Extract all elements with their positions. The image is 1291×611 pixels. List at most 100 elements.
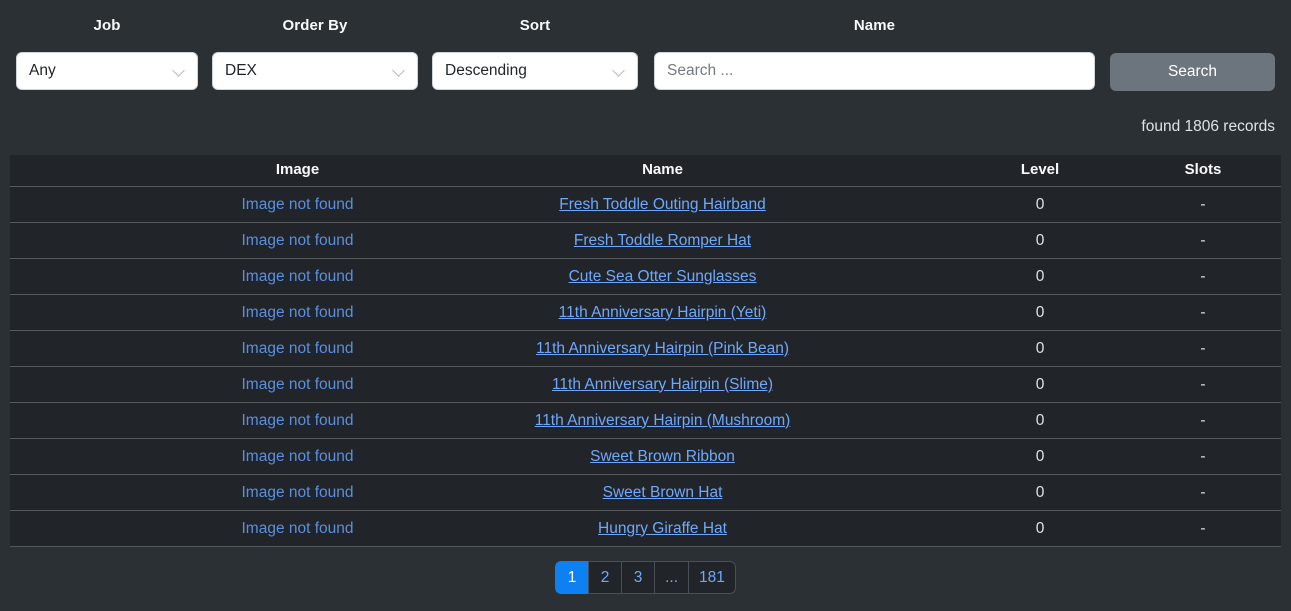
broken-image-icon: Image not found xyxy=(241,412,353,429)
name-search-placeholder: Search ... xyxy=(667,62,733,80)
item-name-link[interactable]: Fresh Toddle Romper Hat xyxy=(574,232,751,249)
cell-level: 0 xyxy=(955,295,1125,331)
broken-image-icon: Image not found xyxy=(241,304,353,321)
sort-select[interactable]: Descending xyxy=(432,52,638,90)
cell-slots: - xyxy=(1125,331,1281,367)
page-button[interactable]: 2 xyxy=(588,561,621,594)
field-label-job: Job xyxy=(16,0,198,34)
table-header-level: Level xyxy=(955,155,1125,187)
item-name-link[interactable]: 11th Anniversary Hairpin (Yeti) xyxy=(559,304,767,321)
table-header-slots: Slots xyxy=(1125,155,1281,187)
row-spacer xyxy=(10,511,225,547)
table-row: Image not found Sweet Brown Hat 0- xyxy=(10,475,1281,511)
broken-image-icon: Image not found xyxy=(241,268,353,285)
job-select-value: Any xyxy=(29,62,173,80)
cell-slots: - xyxy=(1125,439,1281,475)
cell-level: 0 xyxy=(955,223,1125,259)
item-name-link[interactable]: Cute Sea Otter Sunglasses xyxy=(569,268,757,285)
broken-image-icon: Image not found xyxy=(241,484,353,501)
table-row: Image not found Sweet Brown Ribbon 0- xyxy=(10,439,1281,475)
field-order-by: Order By DEX xyxy=(212,0,418,90)
table-row: Image not found 11th Anniversary Hairpin … xyxy=(10,331,1281,367)
item-name-link[interactable]: Hungry Giraffe Hat xyxy=(598,520,727,537)
cell-image: Image not found xyxy=(225,187,370,223)
cell-image: Image not found xyxy=(225,295,370,331)
page-button[interactable]: ... xyxy=(654,561,688,594)
row-spacer xyxy=(10,403,225,439)
item-name-link[interactable]: Fresh Toddle Outing Hairband xyxy=(559,196,766,213)
page-button[interactable]: 1 xyxy=(555,561,588,594)
cell-image: Image not found xyxy=(225,403,370,439)
broken-image-icon: Image not found xyxy=(241,448,353,465)
cell-level: 0 xyxy=(955,403,1125,439)
cell-level: 0 xyxy=(955,367,1125,403)
job-select[interactable]: Any xyxy=(16,52,198,90)
field-sort: Sort Descending xyxy=(432,0,638,90)
table-row: Image not found 11th Anniversary Hairpin … xyxy=(10,367,1281,403)
item-name-link[interactable]: Sweet Brown Ribbon xyxy=(590,448,735,465)
broken-image-icon: Image not found xyxy=(241,232,353,249)
cell-image: Image not found xyxy=(225,259,370,295)
broken-image-icon: Image not found xyxy=(241,520,353,537)
pagination: 123...181 xyxy=(0,561,1291,594)
table-body: Image not found Fresh Toddle Outing Hairb… xyxy=(10,187,1281,547)
order-by-select-value: DEX xyxy=(225,62,393,80)
table-row: Image not found Fresh Toddle Romper Hat 0- xyxy=(10,223,1281,259)
row-spacer xyxy=(10,259,225,295)
cell-image: Image not found xyxy=(225,511,370,547)
cell-image: Image not found xyxy=(225,331,370,367)
field-label-name: Name xyxy=(654,0,1095,34)
cell-slots: - xyxy=(1125,187,1281,223)
field-label-order-by: Order By xyxy=(212,0,418,34)
table-header-row: Image Name Level Slots xyxy=(10,155,1281,187)
row-spacer xyxy=(10,223,225,259)
cell-slots: - xyxy=(1125,511,1281,547)
table-row: Image not found 11th Anniversary Hairpin … xyxy=(10,295,1281,331)
cell-image: Image not found xyxy=(225,367,370,403)
cell-level: 0 xyxy=(955,511,1125,547)
cell-slots: - xyxy=(1125,295,1281,331)
cell-level: 0 xyxy=(955,331,1125,367)
item-name-link[interactable]: 11th Anniversary Hairpin (Slime) xyxy=(552,376,773,393)
cell-level: 0 xyxy=(955,259,1125,295)
row-spacer xyxy=(10,439,225,475)
row-spacer xyxy=(10,475,225,511)
cell-name: 11th Anniversary Hairpin (Mushroom) xyxy=(370,403,955,439)
cell-name: Fresh Toddle Romper Hat xyxy=(370,223,955,259)
row-spacer xyxy=(10,295,225,331)
cell-slots: - xyxy=(1125,367,1281,403)
table-row: Image not found Hungry Giraffe Hat 0- xyxy=(10,511,1281,547)
cell-slots: - xyxy=(1125,475,1281,511)
field-job: Job Any xyxy=(16,0,198,90)
page-button[interactable]: 181 xyxy=(688,561,736,594)
chevron-down-icon xyxy=(393,65,405,77)
cell-slots: - xyxy=(1125,223,1281,259)
cell-level: 0 xyxy=(955,475,1125,511)
row-spacer xyxy=(10,187,225,223)
cell-name: Hungry Giraffe Hat xyxy=(370,511,955,547)
order-by-select[interactable]: DEX xyxy=(212,52,418,90)
chevron-down-icon xyxy=(173,65,185,77)
cell-level: 0 xyxy=(955,439,1125,475)
search-button[interactable]: Search xyxy=(1110,53,1275,91)
item-name-link[interactable]: 11th Anniversary Hairpin (Pink Bean) xyxy=(536,340,789,357)
broken-image-icon: Image not found xyxy=(241,376,353,393)
cell-name: 11th Anniversary Hairpin (Slime) xyxy=(370,367,955,403)
table-header-name: Name xyxy=(370,155,955,187)
name-search-input[interactable]: Search ... xyxy=(654,52,1095,90)
row-spacer xyxy=(10,331,225,367)
results-table-wrap: Image Name Level Slots Image not found Fr… xyxy=(10,155,1281,547)
cell-name: Sweet Brown Ribbon xyxy=(370,439,955,475)
results-table: Image Name Level Slots Image not found Fr… xyxy=(10,155,1281,547)
item-name-link[interactable]: 11th Anniversary Hairpin (Mushroom) xyxy=(535,412,791,429)
cell-name: Fresh Toddle Outing Hairband xyxy=(370,187,955,223)
filter-bar: Job Any Order By DEX Sort Descending Nam… xyxy=(0,0,1291,100)
table-header-spacer xyxy=(10,155,225,187)
chevron-down-icon xyxy=(613,65,625,77)
table-header-image: Image xyxy=(225,155,370,187)
broken-image-icon: Image not found xyxy=(241,340,353,357)
pager: 123...181 xyxy=(555,561,736,594)
item-name-link[interactable]: Sweet Brown Hat xyxy=(603,484,723,501)
field-name: Name Search ... xyxy=(654,0,1095,90)
page-button[interactable]: 3 xyxy=(621,561,654,594)
